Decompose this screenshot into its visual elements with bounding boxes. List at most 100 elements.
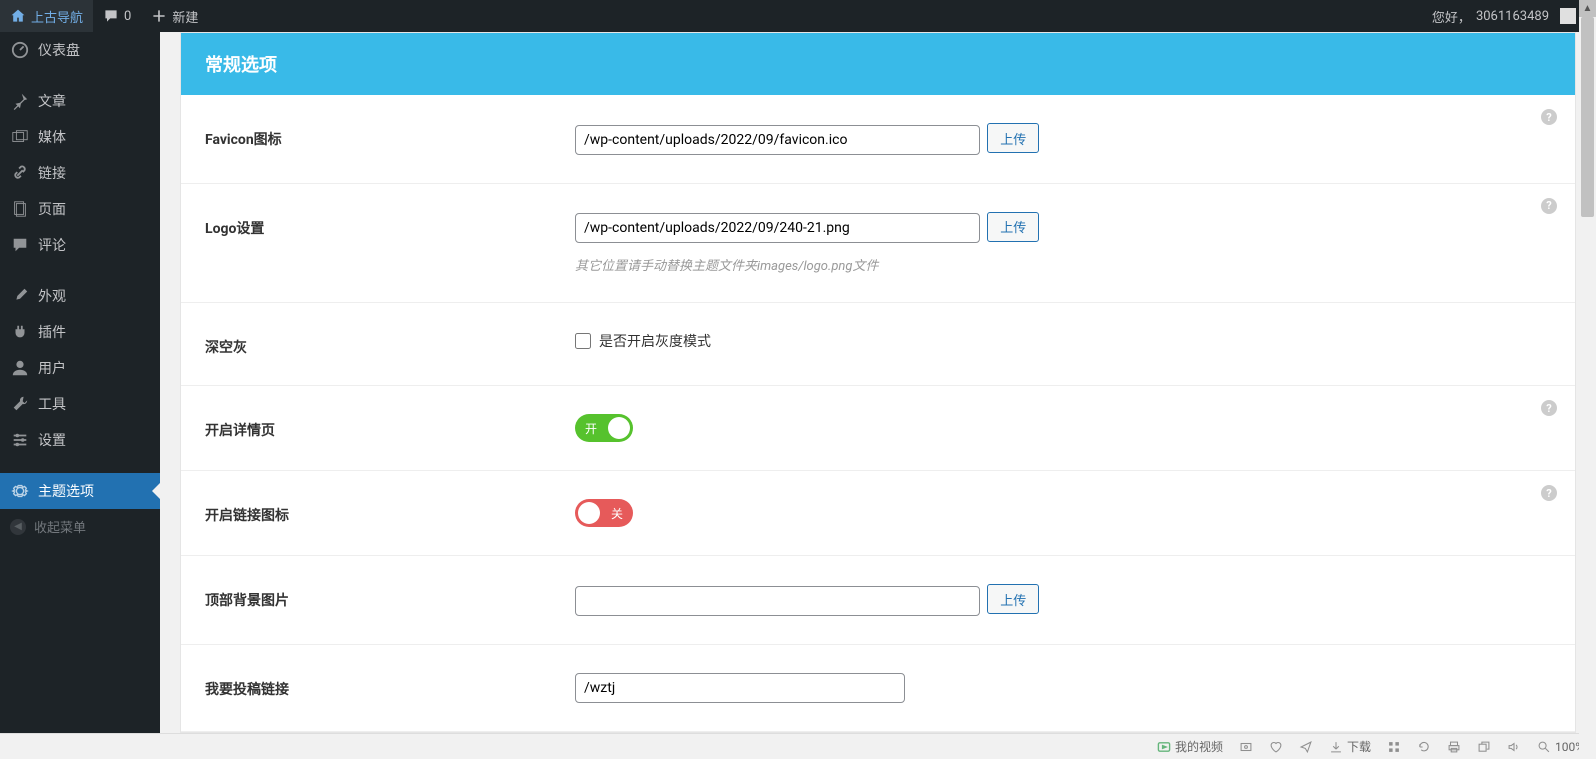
plug-icon xyxy=(10,322,30,342)
topbar-comments[interactable]: 0 xyxy=(93,0,141,32)
detail-toggle[interactable]: 开 xyxy=(575,414,633,442)
gray-checkbox[interactable] xyxy=(575,333,591,349)
sidebar-item-posts[interactable]: 文章 xyxy=(0,83,160,119)
scroll-thumb[interactable] xyxy=(1581,17,1594,217)
topbg-input[interactable] xyxy=(575,586,980,616)
sidebar-item-tools[interactable]: 工具 xyxy=(0,386,160,422)
sidebar-item-label: 链接 xyxy=(38,163,66,183)
sidebar-item-dashboard[interactable]: 仪表盘 xyxy=(0,32,160,68)
topbar-site-name: 上古导航 xyxy=(31,7,83,26)
topbar-new-label: 新建 xyxy=(172,7,198,26)
refresh-icon[interactable] xyxy=(1417,740,1431,754)
sidebar-item-pages[interactable]: 页面 xyxy=(0,191,160,227)
wrench-icon xyxy=(10,394,30,414)
bb-zoom[interactable]: 100% xyxy=(1537,740,1584,754)
scroll-up-button[interactable]: ▲ xyxy=(1579,0,1596,17)
sidebar-item-settings[interactable]: 设置 xyxy=(0,422,160,458)
sidebar-item-label: 文章 xyxy=(38,91,66,111)
help-icon[interactable]: ? xyxy=(1541,109,1557,125)
general-options-panel: 常规选项 ? Favicon图标 上传 ? Logo设置 上传 其它位置请手动替… xyxy=(180,32,1576,733)
download-icon xyxy=(1329,740,1343,754)
sidebar-item-label: 评论 xyxy=(38,235,66,255)
sidebar-collapse[interactable]: ◀ 收起菜单 xyxy=(0,509,160,544)
bb-video[interactable]: 我的视频 xyxy=(1157,738,1223,755)
help-icon[interactable]: ? xyxy=(1541,198,1557,214)
sidebar-item-label: 主题选项 xyxy=(38,481,94,501)
page-icon xyxy=(10,199,30,219)
brush-icon xyxy=(10,286,30,306)
window-scrollbar[interactable]: ▲ xyxy=(1579,0,1596,759)
topbar-site[interactable]: 上古导航 xyxy=(0,0,93,32)
field-link-icon: ? 开启链接图标 关 xyxy=(181,471,1575,556)
linkicon-toggle[interactable]: 关 xyxy=(575,499,633,527)
field-submit-link: 我要投稿链接 xyxy=(181,645,1575,732)
heart-icon[interactable] xyxy=(1269,740,1283,754)
help-icon[interactable]: ? xyxy=(1541,400,1557,416)
screenshot-icon[interactable] xyxy=(1239,740,1253,754)
sidebar-item-plugins[interactable]: 插件 xyxy=(0,314,160,350)
sidebar-item-comments[interactable]: 评论 xyxy=(0,227,160,263)
sidebar-item-label: 仪表盘 xyxy=(38,40,80,60)
comment-icon xyxy=(10,235,30,255)
sidebar-item-label: 外观 xyxy=(38,286,66,306)
upload-button[interactable]: 上传 xyxy=(987,212,1039,242)
sidebar-item-label: 媒体 xyxy=(38,127,66,147)
grid-icon[interactable] xyxy=(1387,740,1401,754)
play-icon xyxy=(1157,740,1171,754)
field-label: Logo设置 xyxy=(205,212,575,275)
sidebar-item-theme-options[interactable]: 主题选项 xyxy=(0,473,160,509)
toggle-label: 关 xyxy=(611,505,623,522)
tabs-icon[interactable] xyxy=(1477,740,1491,754)
toggle-label: 开 xyxy=(585,420,597,437)
collapse-icon: ◀ xyxy=(10,519,26,535)
bottom-bar: 我的视频 下载 100% xyxy=(0,733,1596,759)
toggle-knob xyxy=(578,502,600,524)
field-label: 我要投稿链接 xyxy=(205,673,575,703)
field-label: 顶部背景图片 xyxy=(205,584,575,616)
user-icon xyxy=(10,358,30,378)
toggle-knob xyxy=(608,417,630,439)
favicon-input[interactable] xyxy=(575,125,980,155)
field-label: Favicon图标 xyxy=(205,123,575,155)
avatar xyxy=(1560,8,1576,24)
help-icon[interactable]: ? xyxy=(1541,485,1557,501)
field-top-bg: 顶部背景图片 上传 xyxy=(181,556,1575,645)
sidebar-item-appearance[interactable]: 外观 xyxy=(0,278,160,314)
topbar-comments-count: 0 xyxy=(124,9,131,24)
sidebar-item-links[interactable]: 链接 xyxy=(0,155,160,191)
content-area: 常规选项 ? Favicon图标 上传 ? Logo设置 上传 其它位置请手动替… xyxy=(160,32,1596,733)
field-logo: ? Logo设置 上传 其它位置请手动替换主题文件夹images/logo.pn… xyxy=(181,184,1575,304)
logo-input[interactable] xyxy=(575,213,980,243)
username-text: 3061163489 xyxy=(1476,9,1549,24)
panel-title: 常规选项 xyxy=(181,33,1575,95)
sliders-icon xyxy=(10,430,30,450)
gear-icon xyxy=(10,481,30,501)
sidebar-item-media[interactable]: 媒体 xyxy=(0,119,160,155)
sidebar-item-label: 用户 xyxy=(38,358,66,378)
field-gray: 深空灰 是否开启灰度模式 xyxy=(181,303,1575,386)
gray-checkbox-wrap[interactable]: 是否开启灰度模式 xyxy=(575,331,1551,351)
upload-button[interactable]: 上传 xyxy=(987,584,1039,614)
plus-icon xyxy=(151,8,167,24)
comment-icon xyxy=(103,8,119,24)
dashboard-icon xyxy=(10,40,30,60)
send-icon[interactable] xyxy=(1299,740,1313,754)
upload-button[interactable]: 上传 xyxy=(987,123,1039,153)
speaker-icon[interactable] xyxy=(1507,740,1521,754)
field-label: 开启详情页 xyxy=(205,414,575,442)
print-icon[interactable] xyxy=(1447,740,1461,754)
submit-link-input[interactable] xyxy=(575,673,905,703)
field-detail-page: ? 开启详情页 开 xyxy=(181,386,1575,471)
topbar-new[interactable]: 新建 xyxy=(141,0,208,32)
topbar-user[interactable]: 您好，3061163489 xyxy=(1422,7,1586,26)
field-label: 深空灰 xyxy=(205,331,575,357)
hint-text: 其它位置请手动替换主题文件夹images/logo.png文件 xyxy=(575,255,1551,274)
sidebar-item-label: 页面 xyxy=(38,199,66,219)
sidebar-item-users[interactable]: 用户 xyxy=(0,350,160,386)
sidebar-item-label: 收起菜单 xyxy=(34,517,86,536)
bb-download[interactable]: 下载 xyxy=(1329,738,1371,755)
media-icon xyxy=(10,127,30,147)
sidebar-item-label: 插件 xyxy=(38,322,66,342)
admin-sidebar: 仪表盘 文章 媒体 链接 页面 评论 外观 插件 用户 工具 设置 xyxy=(0,32,160,759)
admin-topbar: 上古导航 0 新建 您好，3061163489 xyxy=(0,0,1596,32)
